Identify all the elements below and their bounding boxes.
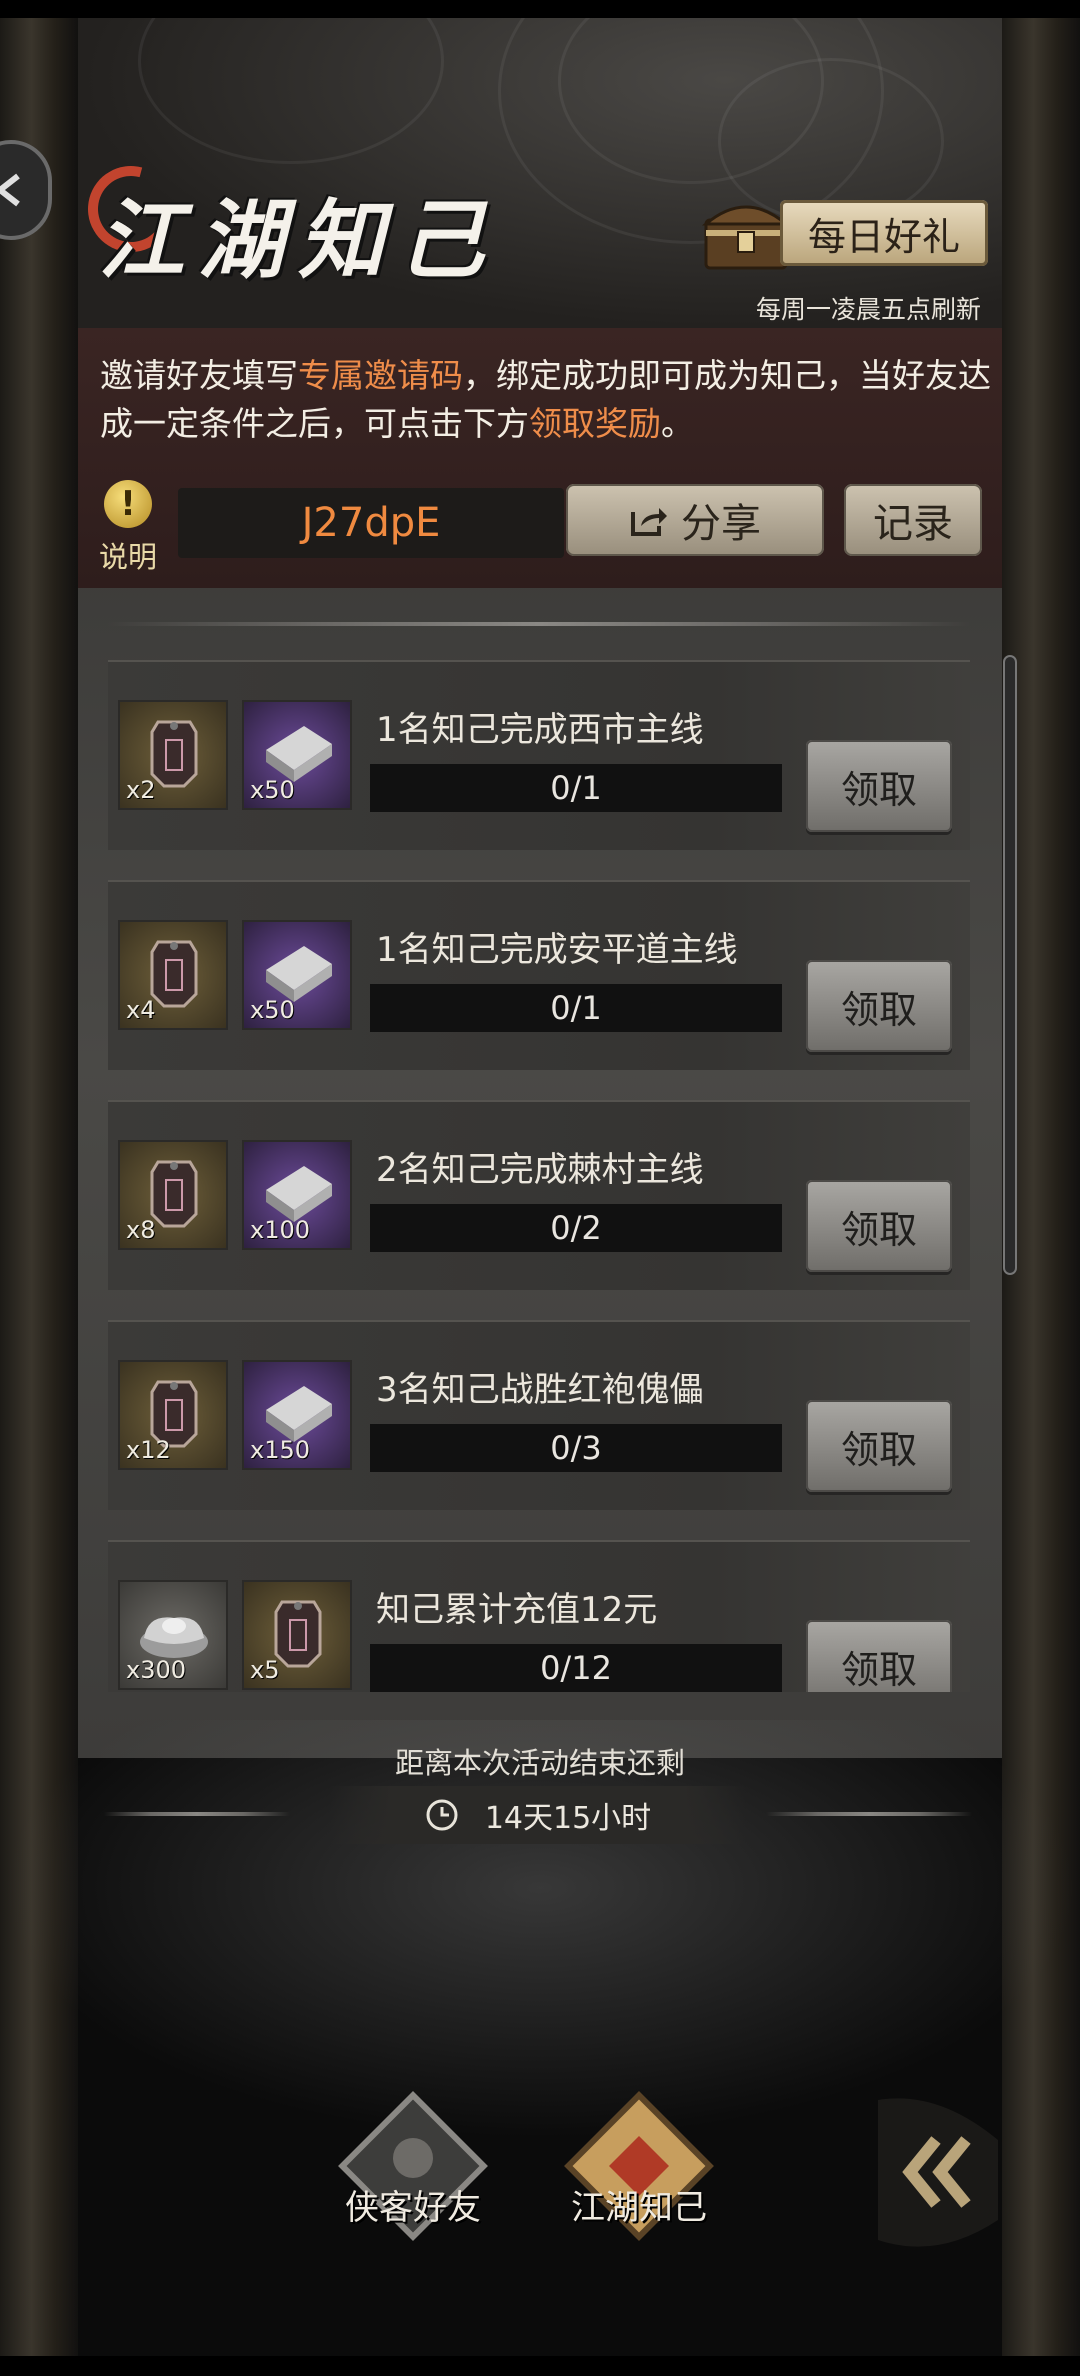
- task-row: x4 x50 1名知己完成安平道主线 0/1 领取: [108, 880, 970, 1070]
- task-progress: 0/1: [370, 984, 782, 1032]
- scrollbar[interactable]: [1003, 655, 1017, 1275]
- record-button[interactable]: 记录: [844, 484, 982, 556]
- reward-item[interactable]: x100: [242, 1140, 352, 1250]
- title-block: 江湖知己: [72, 150, 498, 295]
- help-button[interactable]: ! 说明: [92, 480, 164, 576]
- treasure-chest-icon: [701, 205, 791, 270]
- task-row: x2 x50 1名知己完成西市主线 0/1 领取: [108, 660, 970, 850]
- share-button[interactable]: 分享: [566, 484, 824, 556]
- invite-description: 邀请好友填写专属邀请码，绑定成功即可成为知己，当好友达成一定条件之后，可点击下方…: [100, 352, 1000, 448]
- reward-item[interactable]: x5: [242, 1580, 352, 1690]
- clock-icon: [426, 1799, 458, 1831]
- reward-item[interactable]: x300: [118, 1580, 228, 1690]
- claim-reward-highlight: 领取奖励: [529, 404, 661, 443]
- reward-count: x4: [126, 996, 156, 1024]
- reward-count: x2: [126, 776, 156, 804]
- task-name: 2名知己完成棘村主线: [376, 1150, 704, 1190]
- reward-count: x50: [250, 776, 295, 804]
- divider-left: [104, 1812, 290, 1816]
- task-progress: 0/12: [370, 1644, 782, 1692]
- claim-button[interactable]: 领取: [806, 740, 952, 832]
- tab-label: 侠客好友: [345, 2188, 481, 2228]
- reward-item[interactable]: x150: [242, 1360, 352, 1470]
- reward-item[interactable]: x50: [242, 700, 352, 810]
- reward-item[interactable]: x4: [118, 920, 228, 1030]
- claim-button[interactable]: 领取: [806, 1620, 952, 1692]
- task-progress: 0/1: [370, 764, 782, 812]
- collapse-button[interactable]: [848, 2080, 1008, 2260]
- tab-label: 江湖知己: [571, 2188, 707, 2228]
- countdown-timer: 14天15小时: [330, 1786, 746, 1844]
- task-name: 3名知己战胜红袍傀儡: [376, 1370, 704, 1410]
- daily-refresh-note: 每周一凌晨五点刷新: [756, 295, 982, 324]
- reward-count: x12: [126, 1436, 171, 1464]
- task-row: x12 x150 3名知己战胜红袍傀儡 0/3 领取: [108, 1320, 970, 1510]
- reward-item[interactable]: x8: [118, 1140, 228, 1250]
- divider-top: [108, 622, 970, 626]
- back-arrow-icon: [0, 173, 20, 207]
- reward-count: x150: [250, 1436, 311, 1464]
- invite-code-highlight: 专属邀请码: [298, 356, 463, 395]
- left-pillar: [0, 18, 78, 2356]
- task-name: 知己累计充值12元: [376, 1590, 658, 1630]
- countdown-time: 14天15小时: [484, 1801, 652, 1836]
- reward-count: x300: [126, 1656, 187, 1684]
- task-progress: 0/3: [370, 1424, 782, 1472]
- double-chevron-left-icon: [878, 2098, 998, 2247]
- invite-text-1: 邀请好友填写: [100, 356, 298, 395]
- task-name: 1名知己完成安平道主线: [376, 930, 738, 970]
- countdown-label: 距离本次活动结束还剩: [394, 1746, 685, 1780]
- reward-count: x5: [250, 1656, 280, 1684]
- tab-jianghu-zhiji[interactable]: 江湖知己: [544, 2086, 734, 2286]
- invite-code-field[interactable]: J27dpE: [178, 488, 564, 558]
- daily-gift[interactable]: 每日好礼: [700, 200, 990, 270]
- claim-button[interactable]: 领取: [806, 960, 952, 1052]
- share-icon: [631, 508, 667, 536]
- reward-item[interactable]: x2: [118, 700, 228, 810]
- invite-text-3: 。: [661, 404, 694, 443]
- claim-button[interactable]: 领取: [806, 1180, 952, 1272]
- daily-gift-button[interactable]: 每日好礼: [780, 200, 988, 266]
- tab-xiake-friends[interactable]: 侠客好友: [318, 2086, 508, 2286]
- share-label: 分享: [681, 501, 761, 547]
- fog-overlay: [0, 1720, 1080, 2140]
- reward-count: x100: [250, 1216, 311, 1244]
- page-title: 江湖知己: [98, 190, 498, 291]
- task-name: 1名知己完成西市主线: [376, 710, 704, 750]
- system-nav-bar: [0, 2356, 1080, 2376]
- exclamation-icon: !: [104, 480, 152, 528]
- task-row: x8 x100 2名知己完成棘村主线 0/2 领取: [108, 1100, 970, 1290]
- reward-item[interactable]: x12: [118, 1360, 228, 1470]
- task-row: x300 x5 知己累计充值12元 0/12 领取: [108, 1540, 970, 1692]
- help-label: 说明: [98, 540, 157, 574]
- task-list[interactable]: x2 x50 1名知己完成西市主线 0/1 领取 x4 x50 1名知己完成安平…: [108, 660, 970, 1692]
- status-bar: [0, 0, 1080, 18]
- reward-item[interactable]: x50: [242, 920, 352, 1030]
- divider-right: [766, 1812, 972, 1816]
- reward-count: x50: [250, 996, 295, 1024]
- claim-button[interactable]: 领取: [806, 1400, 952, 1492]
- reward-count: x8: [126, 1216, 156, 1244]
- task-progress: 0/2: [370, 1204, 782, 1252]
